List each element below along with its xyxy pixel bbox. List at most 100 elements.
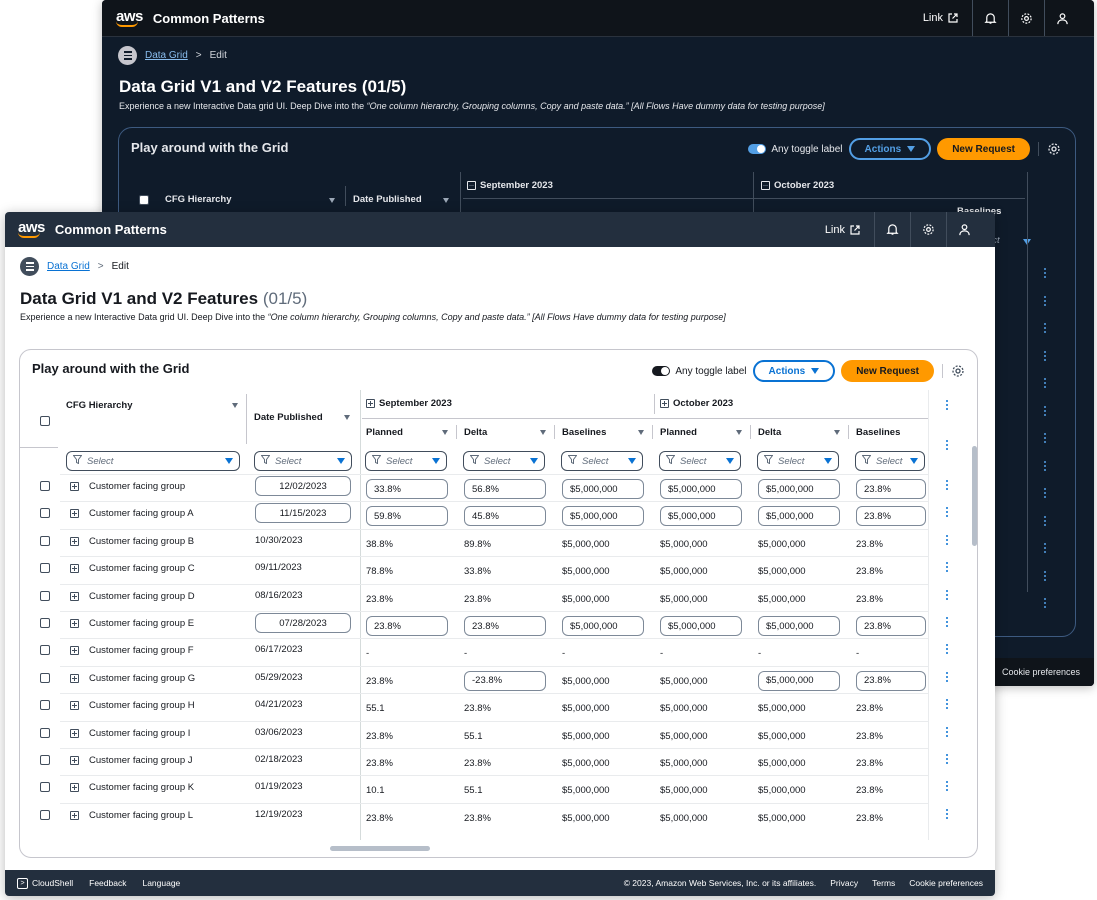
row-checkbox[interactable] [40,481,50,491]
row-checkbox[interactable] [40,782,50,793]
gear-icon[interactable] [1047,142,1061,156]
more-vertical-icon[interactable] [946,726,949,737]
cell-input[interactable]: $5,000,000 [562,479,644,499]
row-checkbox[interactable] [40,727,50,738]
more-vertical-icon[interactable] [1044,488,1047,498]
cell-input[interactable]: $5,000,000 [758,616,840,636]
filter-icon[interactable] [232,403,238,408]
toggle-control[interactable]: Any toggle label [652,366,747,377]
more-vertical-icon[interactable] [946,562,949,573]
filter-icon[interactable] [442,430,448,435]
settings-button[interactable] [910,212,946,247]
more-vertical-icon[interactable] [1044,570,1047,581]
filter-icon[interactable] [540,430,546,435]
more-vertical-icon[interactable] [946,480,949,490]
filter-icon[interactable] [344,415,350,420]
more-vertical-icon[interactable] [1044,405,1047,416]
menu-button[interactable] [20,257,39,276]
vertical-scrollbar[interactable] [972,446,977,546]
notifications-button[interactable] [874,212,910,247]
filter-select-planned[interactable]: Select [365,451,447,471]
cell-input[interactable]: 45.8% [464,506,546,527]
cell-input[interactable]: 23.8% [366,616,448,636]
cell-input[interactable]: 59.8% [366,506,448,527]
cell-input[interactable]: 33.8% [366,479,448,499]
expand-icon[interactable] [70,783,79,793]
expand-icon[interactable] [70,564,79,574]
more-vertical-icon[interactable] [1044,460,1047,471]
actions-button[interactable]: Actions [848,138,932,160]
more-vertical-icon[interactable] [946,808,949,819]
filter-icon[interactable] [834,430,840,435]
expand-icon[interactable] [70,701,79,711]
row-checkbox[interactable] [40,563,50,574]
row-checkbox[interactable] [40,535,50,546]
cell-input[interactable]: $5,000,000 [758,670,840,691]
menu-button[interactable] [118,46,137,65]
filter-icon[interactable] [329,198,335,203]
cell-input[interactable]: $5,000,000 [758,506,840,527]
select-all-checkbox[interactable] [139,195,149,205]
row-checkbox[interactable] [40,645,50,656]
new-request-button[interactable]: New Request [937,138,1030,160]
link-utility[interactable]: Link [909,12,972,24]
link-utility[interactable]: Link [811,224,874,236]
breadcrumb-link-data-grid[interactable]: Data Grid [47,261,90,272]
more-vertical-icon[interactable] [946,440,949,450]
expand-icon[interactable] [70,756,79,765]
filter-select-delta[interactable]: Select [757,451,839,471]
cell-input[interactable]: -23.8% [464,670,546,691]
cell-input[interactable]: $5,000,000 [562,506,644,527]
more-vertical-icon[interactable] [1044,350,1047,361]
cell-input[interactable]: 23.8% [856,479,926,499]
more-vertical-icon[interactable] [1044,295,1047,306]
row-checkbox[interactable] [40,618,50,628]
filter-select-delta[interactable]: Select [463,451,545,471]
more-vertical-icon[interactable] [946,754,949,764]
expand-icon[interactable] [70,619,79,628]
app-name[interactable]: Common Patterns [153,11,265,26]
filter-icon[interactable] [443,198,449,203]
row-checkbox[interactable] [40,508,50,519]
settings-button[interactable] [1008,0,1044,36]
more-vertical-icon[interactable] [946,534,949,545]
expand-icon[interactable] [660,399,669,408]
filter-select-planned[interactable]: Select [659,451,741,471]
cell-input[interactable]: $5,000,000 [660,506,742,527]
row-checkbox[interactable] [40,590,50,601]
expand-icon[interactable] [366,399,375,408]
more-vertical-icon[interactable] [946,507,949,518]
new-request-button[interactable]: New Request [841,360,934,382]
footer-privacy[interactable]: Privacy [830,878,858,888]
gear-icon[interactable] [951,364,965,378]
expand-icon[interactable] [70,646,79,656]
cell-input[interactable]: 23.8% [856,616,926,636]
filter-select-baselines[interactable]: Select [561,451,643,471]
cell-input[interactable]: $5,000,000 [660,616,742,636]
date-input[interactable]: 12/02/2023 [255,476,351,496]
more-vertical-icon[interactable] [946,589,949,600]
app-name[interactable]: Common Patterns [55,222,167,237]
more-vertical-icon[interactable] [946,671,949,682]
filter-icon[interactable] [736,430,742,435]
date-input[interactable]: 11/15/2023 [255,503,351,524]
expand-icon[interactable] [70,810,79,820]
expand-icon[interactable] [70,482,79,491]
more-vertical-icon[interactable] [1044,598,1047,608]
cell-input[interactable]: $5,000,000 [758,479,840,499]
actions-button[interactable]: Actions [752,360,836,382]
date-input[interactable]: 07/28/2023 [255,613,351,633]
filter-select-hierarchy[interactable]: Select [66,451,240,471]
aws-logo[interactable]: aws [116,9,143,27]
expand-icon[interactable] [70,728,79,738]
expand-icon[interactable] [70,673,79,683]
footer-cookies[interactable]: Cookie preferences [1002,667,1080,677]
horizontal-scrollbar[interactable] [330,846,430,851]
footer-feedback[interactable]: Feedback [89,878,126,888]
filter-select-baselines[interactable]: Select [855,451,925,471]
more-vertical-icon[interactable] [946,400,949,410]
collapse-icon[interactable] [761,181,770,190]
filter-icon[interactable] [638,430,644,435]
footer-terms[interactable]: Terms [872,878,895,888]
expand-icon[interactable] [70,536,79,546]
